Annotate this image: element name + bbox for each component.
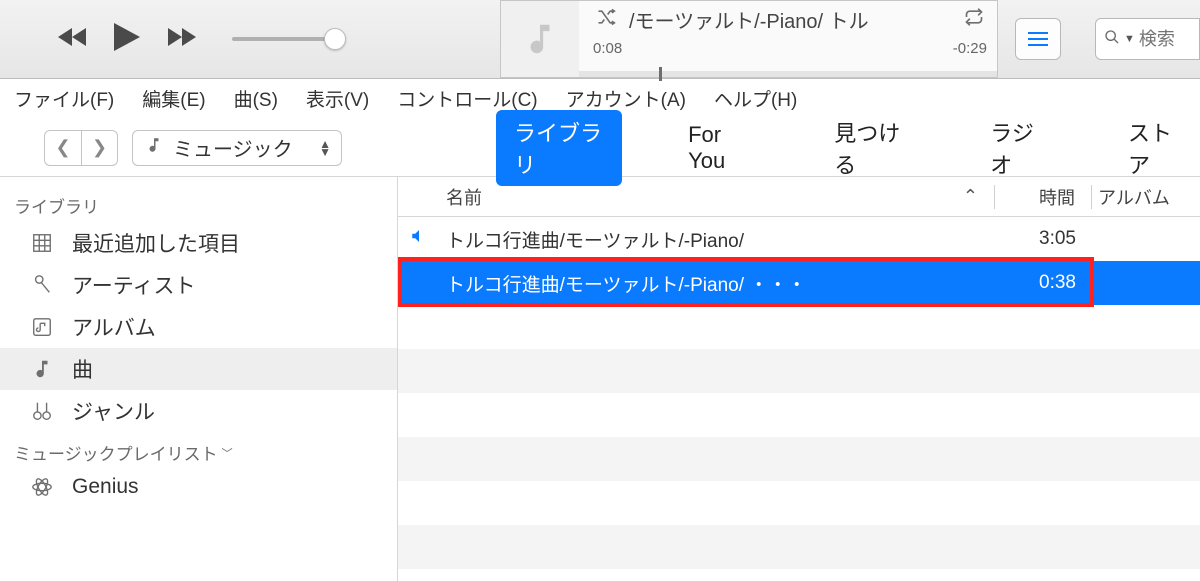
chevron-down-icon: ﹀ (222, 445, 233, 461)
track-list: 名前 ⌃ 時間 アルバム トルコ行進曲/モーツァルト/-Piano/ 3:05 … (398, 177, 1200, 581)
sidebar-item-artists[interactable]: アーティスト (0, 264, 397, 306)
nav-row: ❮ ❯ ミュージック ▲▼ ライブラリ For You 見つける ラジオ ストア (0, 119, 1200, 177)
sidebar-header-library: ライブラリ (0, 185, 397, 222)
menu-help[interactable]: ヘルプ(H) (714, 85, 797, 112)
sidebar-item-genius[interactable]: Genius (0, 469, 397, 505)
elapsed-time: 0:08 (593, 40, 622, 57)
menu-file[interactable]: ファイル(F) (14, 85, 114, 112)
chevron-down-icon[interactable]: ▼ (1124, 33, 1135, 45)
album-icon (28, 316, 56, 338)
back-button[interactable]: ❮ (45, 131, 81, 165)
sidebar-item-label: 最近追加した項目 (72, 228, 240, 258)
music-icon (145, 136, 163, 160)
remaining-time: -0:29 (953, 40, 987, 57)
menu-account[interactable]: アカウント(A) (566, 85, 686, 112)
sidebar-item-label: アルバム (72, 312, 156, 342)
track-rows: トルコ行進曲/モーツァルト/-Piano/ 3:05 トルコ行進曲/モーツァルト… (398, 217, 1200, 581)
next-button[interactable] (164, 26, 198, 53)
tab-library[interactable]: ライブラリ (496, 110, 622, 186)
forward-button[interactable]: ❯ (81, 131, 117, 165)
tab-radio[interactable]: ラジオ (972, 110, 1062, 186)
column-name[interactable]: 名前 ⌃ (398, 184, 994, 210)
menu-view[interactable]: 表示(V) (306, 85, 369, 112)
search-input[interactable] (1139, 29, 1199, 50)
track-time: 3:05 (996, 228, 1092, 250)
updown-icon: ▲▼ (319, 140, 331, 156)
main-area: ライブラリ 最近追加した項目 アーティスト アルバム 曲 ジャンル ミュージック… (0, 177, 1200, 581)
tab-browse[interactable]: 見つける (816, 110, 924, 186)
repeat-icon[interactable] (961, 7, 987, 32)
previous-button[interactable] (56, 26, 90, 53)
menu-controls[interactable]: コントロール(C) (397, 85, 537, 112)
now-playing-title: /モーツァルト/-Piano/ トル (629, 5, 951, 34)
sidebar-item-label: 曲 (72, 354, 93, 384)
volume-knob[interactable] (324, 28, 346, 50)
play-button[interactable] (112, 21, 142, 58)
sidebar-item-albums[interactable]: アルバム (0, 306, 397, 348)
volume-slider[interactable] (232, 37, 338, 41)
progress-bar[interactable] (579, 71, 997, 77)
mic-icon (28, 274, 56, 296)
sidebar-item-songs[interactable]: 曲 (0, 348, 397, 390)
player-toolbar: /モーツァルト/-Piano/ トル 0:08 -0:29 ▼ (0, 0, 1200, 79)
search-icon (1104, 29, 1120, 50)
genius-icon (28, 476, 56, 498)
library-selector[interactable]: ミュージック ▲▼ (132, 130, 342, 166)
menu-edit[interactable]: 編集(E) (142, 85, 205, 112)
note-icon (28, 358, 56, 380)
up-next-button[interactable] (1015, 18, 1061, 60)
track-name: トルコ行進曲/モーツァルト/-Piano/ ・・・ (438, 270, 996, 297)
search-field[interactable]: ▼ (1095, 18, 1200, 60)
sidebar-item-recently-added[interactable]: 最近追加した項目 (0, 222, 397, 264)
nav-tabs: ライブラリ For You 見つける ラジオ ストア (496, 110, 1200, 186)
shuffle-icon[interactable] (593, 7, 619, 32)
library-selector-label: ミュージック (173, 133, 293, 162)
grid-icon (28, 232, 56, 254)
table-row[interactable]: トルコ行進曲/モーツァルト/-Piano/ ・・・ 0:38 (398, 261, 1200, 305)
album-art-placeholder (501, 1, 579, 77)
menu-song[interactable]: 曲(S) (234, 85, 278, 112)
sidebar-item-label: アーティスト (72, 270, 195, 300)
lcd-display: /モーツァルト/-Piano/ トル 0:08 -0:29 (500, 0, 998, 78)
history-nav: ❮ ❯ (44, 130, 118, 166)
track-name: トルコ行進曲/モーツァルト/-Piano/ (438, 226, 996, 253)
progress-head[interactable] (659, 67, 662, 81)
track-time: 0:38 (996, 272, 1092, 294)
sidebar-header-playlists[interactable]: ミュージックプレイリスト ﹀ (0, 432, 397, 469)
column-album[interactable]: アルバム (1092, 184, 1200, 210)
tab-for-you[interactable]: For You (670, 116, 768, 180)
tab-store[interactable]: ストア (1110, 110, 1200, 186)
sort-asc-icon: ⌃ (963, 186, 978, 207)
table-row[interactable]: トルコ行進曲/モーツァルト/-Piano/ 3:05 (398, 217, 1200, 261)
speaker-icon (410, 227, 438, 251)
column-time[interactable]: 時間 (995, 184, 1091, 210)
sidebar-item-genres[interactable]: ジャンル (0, 390, 397, 432)
playback-controls (56, 21, 198, 58)
sidebar-item-label: Genius (72, 475, 139, 499)
guitar-icon (28, 400, 56, 422)
sidebar: ライブラリ 最近追加した項目 アーティスト アルバム 曲 ジャンル ミュージック… (0, 177, 398, 581)
sidebar-item-label: ジャンル (72, 396, 155, 426)
